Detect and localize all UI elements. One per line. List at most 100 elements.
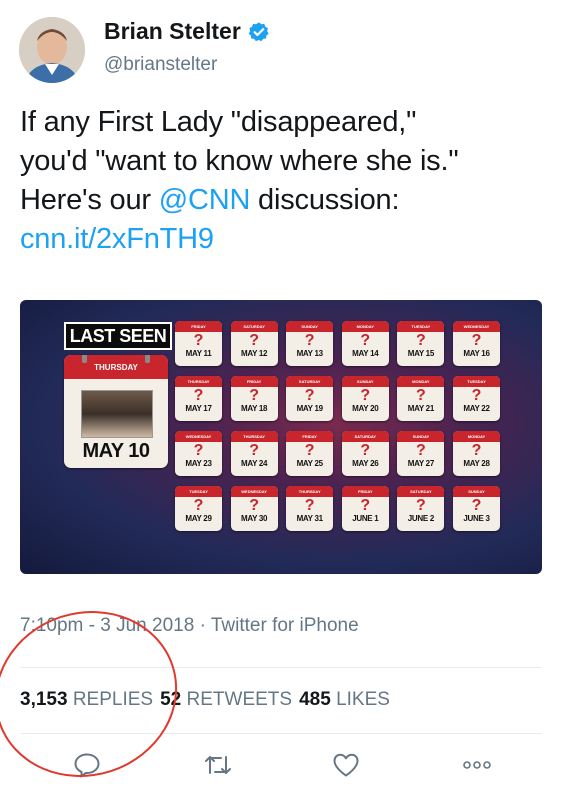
question-mark: ? xyxy=(360,497,371,514)
calendar-tile: THURSDAY? MAY 31 xyxy=(286,486,334,531)
calendar-tile-day: MONDAY xyxy=(453,431,500,442)
calendar-tile-day: SATURDAY xyxy=(230,321,278,332)
likes-label: LIKES xyxy=(336,689,390,710)
calendar-tile: SUNDAY? MAY 27 xyxy=(397,431,445,476)
retweets-stat[interactable]: 52 RETWEETS xyxy=(160,689,299,710)
question-mark: ? xyxy=(193,442,204,459)
question-mark: ? xyxy=(360,442,371,459)
retweet-icon[interactable] xyxy=(203,750,233,780)
calendar-tile-day: SATURDAY xyxy=(397,486,445,497)
divider xyxy=(20,667,542,668)
calendar-tile: TUESDAY? MAY 22 xyxy=(453,376,500,421)
question-mark: ? xyxy=(416,497,426,514)
calendar-tile-date: MAY 22 xyxy=(463,404,490,413)
question-mark: ? xyxy=(249,497,259,514)
question-mark: ? xyxy=(471,332,482,349)
calendar-tile-date: MAY 31 xyxy=(296,514,324,523)
calendar-tile-date: MAY 17 xyxy=(185,404,212,413)
retweets-label: RETWEETS xyxy=(186,689,293,710)
calendar-tile-day: TUESDAY xyxy=(175,486,222,497)
question-mark: ? xyxy=(471,387,482,404)
author-handle[interactable]: @brianstelter xyxy=(104,54,217,76)
calendar-tile-date: MAY 28 xyxy=(463,459,490,468)
calendar-tile-date: MAY 21 xyxy=(407,404,435,413)
reply-icon[interactable] xyxy=(72,750,102,780)
calendar-tile: SATURDAY? JUNE 2 xyxy=(397,486,445,531)
question-mark: ? xyxy=(249,387,259,404)
calendar-tile-day: THURSDAY xyxy=(175,376,222,387)
calendar-ring xyxy=(82,355,87,363)
replies-stat[interactable]: 3,153 REPLIES xyxy=(20,689,160,710)
tweet-line: If any First Lady "disappeared," xyxy=(20,106,417,138)
calendar-tile: MONDAY? MAY 21 xyxy=(397,376,445,421)
calendar-tile-day: TUESDAY xyxy=(397,321,445,332)
question-mark: ? xyxy=(193,497,204,514)
calendar-tile-day: FRIDAY xyxy=(230,376,278,387)
article-link[interactable]: cnn.it/2xFnTH9 xyxy=(20,220,545,259)
replies-count: 3,153 xyxy=(20,689,68,710)
calendar-tile-date: MAY 27 xyxy=(407,459,435,468)
calendar-tile: MONDAY? MAY 14 xyxy=(341,321,389,366)
calendar-tile-date: MAY 24 xyxy=(240,459,268,468)
cnn-mention-link[interactable]: @CNN xyxy=(159,184,251,216)
calendar-tile-date: MAY 29 xyxy=(185,514,212,523)
calendar-tile-day: SUNDAY xyxy=(453,486,500,497)
tweet-line: Here's our @CNN discussion: xyxy=(20,181,545,220)
question-mark: ? xyxy=(360,332,371,349)
calendar-tile-day: MONDAY xyxy=(397,376,445,387)
calendar-tile-day: TUESDAY xyxy=(453,376,500,387)
avatar[interactable] xyxy=(19,17,85,83)
likes-stat[interactable]: 485 LIKES xyxy=(299,689,397,710)
question-mark: ? xyxy=(304,442,315,459)
calendar-tile: SATURDAY? MAY 12 xyxy=(230,321,278,366)
meta-dot: · xyxy=(194,615,211,636)
meta-separator: - xyxy=(83,615,101,636)
tweet-time[interactable]: 7:10pm xyxy=(20,615,83,636)
calendar-tile-day: WEDNESDAY xyxy=(230,486,278,497)
calendar-tile: THURSDAY? MAY 24 xyxy=(230,431,278,476)
calendar-tile-date: MAY 26 xyxy=(352,459,379,468)
calendar-tile: WEDNESDAY? MAY 16 xyxy=(453,321,500,366)
calendar-tile-day: SUNDAY xyxy=(286,321,334,332)
calendar-ring xyxy=(145,355,150,363)
tweet-client: Twitter for iPhone xyxy=(210,615,359,636)
calendar-tile: SUNDAY? MAY 13 xyxy=(286,321,334,366)
calendar-tile-day: FRIDAY xyxy=(286,431,334,442)
calendar-tile-date: MAY 19 xyxy=(296,404,324,413)
calendar-tile: WEDNESDAY? MAY 23 xyxy=(175,431,222,476)
question-mark: ? xyxy=(471,442,482,459)
tweet-line-suffix: discussion: xyxy=(250,184,400,216)
question-mark: ? xyxy=(304,497,315,514)
action-bar xyxy=(0,750,562,780)
calendar-tile: FRIDAY? JUNE 1 xyxy=(341,486,389,531)
calendar-tile: FRIDAY? MAY 11 xyxy=(175,321,222,366)
question-mark: ? xyxy=(249,332,259,349)
calendar-tile-day: FRIDAY xyxy=(175,321,222,332)
verified-badge-icon xyxy=(248,21,270,43)
big-calendar-date: MAY 10 xyxy=(82,440,150,462)
question-mark: ? xyxy=(471,497,482,514)
calendar-tile-date: MAY 12 xyxy=(240,349,268,358)
calendar-tile-date: MAY 13 xyxy=(296,349,324,358)
calendar-tile: FRIDAY? MAY 18 xyxy=(230,376,278,421)
author-name-row: Brian Stelter xyxy=(104,18,270,45)
question-mark: ? xyxy=(416,387,426,404)
question-mark: ? xyxy=(193,387,204,404)
calendar-tile-date: MAY 30 xyxy=(240,514,268,523)
tweet-line: you'd "want to know where she is." xyxy=(20,145,459,177)
calendar-tile-day: MONDAY xyxy=(341,321,389,332)
tweet-date[interactable]: 3 Jun 2018 xyxy=(100,615,194,636)
calendar-tile-day: SATURDAY xyxy=(286,376,334,387)
tweet-line-prefix: Here's our xyxy=(20,184,159,216)
big-calendar-day: THURSDAY xyxy=(64,355,168,379)
more-icon[interactable] xyxy=(462,750,492,780)
calendar-tile-date: MAY 14 xyxy=(352,349,379,358)
tweet-media-image[interactable]: LAST SEEN THURSDAY MAY 10 FRIDAY? MAY 11 S… xyxy=(20,300,542,574)
question-mark: ? xyxy=(304,332,315,349)
divider xyxy=(20,733,542,734)
calendar-tile-date: MAY 20 xyxy=(352,404,379,413)
calendar-tile: SATURDAY? MAY 19 xyxy=(286,376,334,421)
author-name[interactable]: Brian Stelter xyxy=(104,18,241,45)
heart-icon[interactable] xyxy=(331,750,361,780)
question-mark: ? xyxy=(416,332,426,349)
